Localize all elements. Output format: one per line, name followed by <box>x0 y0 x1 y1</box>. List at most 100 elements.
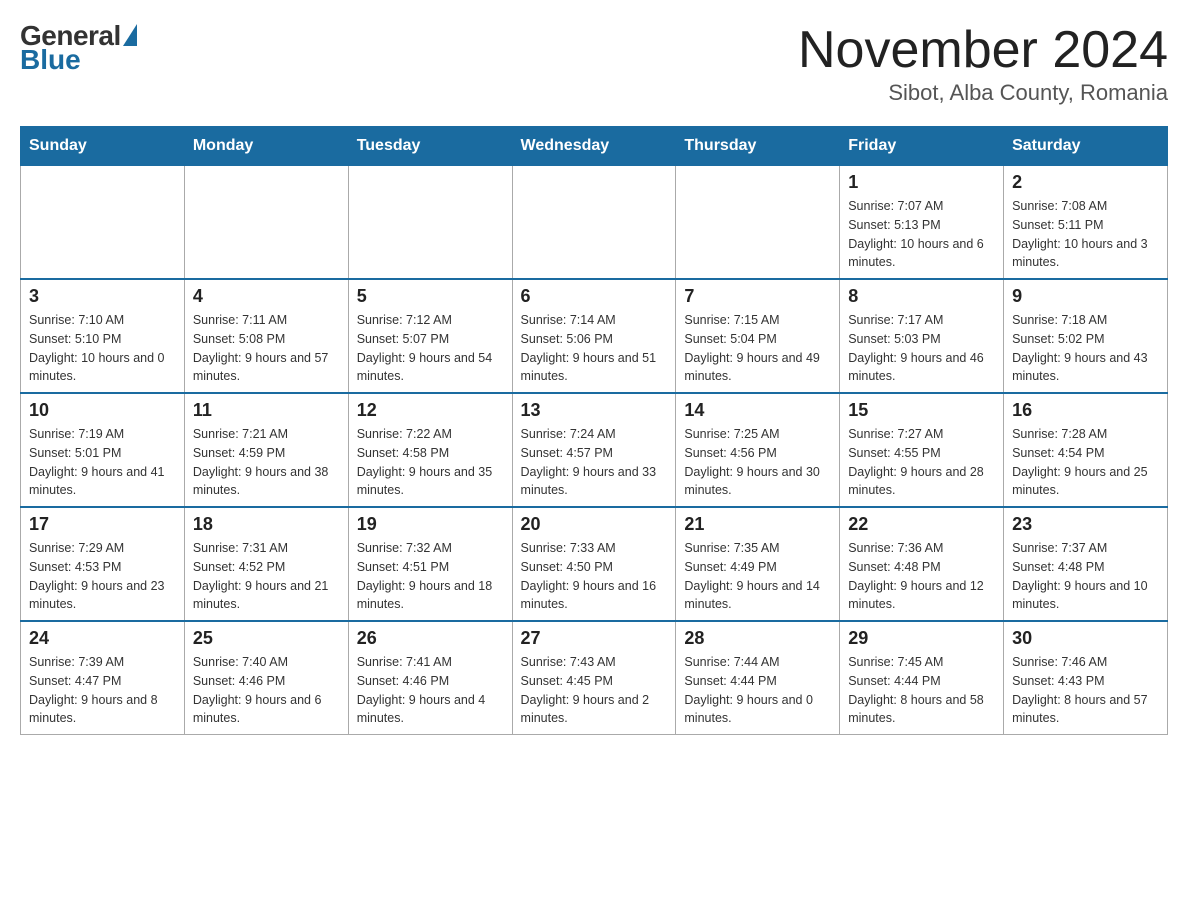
weekday-header-friday: Friday <box>840 127 1004 166</box>
calendar-day-cell: 30Sunrise: 7:46 AM Sunset: 4:43 PM Dayli… <box>1004 621 1168 735</box>
day-number: 10 <box>29 400 176 421</box>
day-info: Sunrise: 7:25 AM Sunset: 4:56 PM Dayligh… <box>684 425 831 500</box>
calendar-week-row: 3Sunrise: 7:10 AM Sunset: 5:10 PM Daylig… <box>21 279 1168 393</box>
day-number: 24 <box>29 628 176 649</box>
day-number: 29 <box>848 628 995 649</box>
calendar-day-cell: 23 Sunrise: 7:37 AM Sunset: 4:48 PM Dayli… <box>1004 507 1168 621</box>
day-info: Sunrise: 7:29 AM Sunset: 4:53 PM Dayligh… <box>29 539 176 614</box>
day-number: 22 <box>848 514 995 535</box>
day-number: 19 <box>357 514 504 535</box>
day-info: Sunrise: 7:21 AM Sunset: 4:59 PM Dayligh… <box>193 425 340 500</box>
day-info: Sunrise: 7:31 AM Sunset: 4:52 PM Dayligh… <box>193 539 340 614</box>
title-section: November 2024 Sibot, Alba County, Romani… <box>798 20 1168 106</box>
day-info: Sunrise: 7:18 AM Sunset: 5:02 PM Dayligh… <box>1012 311 1159 386</box>
calendar-day-cell: 11 Sunrise: 7:21 AM Sunset: 4:59 PM Dayli… <box>184 393 348 507</box>
day-info: Sunrise: 7:43 AM Sunset: 4:45 PM Dayligh… <box>521 653 668 728</box>
calendar-day-cell <box>348 166 512 280</box>
calendar-day-cell: 4 Sunrise: 7:11 AM Sunset: 5:08 PM Daylig… <box>184 279 348 393</box>
day-info: Sunrise: 7:32 AM Sunset: 4:51 PM Dayligh… <box>357 539 504 614</box>
day-number: 18 <box>193 514 340 535</box>
day-info: Sunrise: 7:11 AM Sunset: 5:08 PM Dayligh… <box>193 311 340 386</box>
calendar-day-cell: 21 Sunrise: 7:35 AM Sunset: 4:49 PM Dayli… <box>676 507 840 621</box>
calendar-week-row: 1 Sunrise: 7:07 AM Sunset: 5:13 PM Daylig… <box>21 166 1168 280</box>
logo-triangle-icon <box>123 24 137 46</box>
day-info: Sunrise: 7:46 AM Sunset: 4:43 PM Dayligh… <box>1012 653 1159 728</box>
calendar-day-cell: 2Sunrise: 7:08 AM Sunset: 5:11 PM Daylig… <box>1004 166 1168 280</box>
day-info: Sunrise: 7:39 AM Sunset: 4:47 PM Dayligh… <box>29 653 176 728</box>
day-number: 21 <box>684 514 831 535</box>
calendar-day-cell: 6Sunrise: 7:14 AM Sunset: 5:06 PM Daylig… <box>512 279 676 393</box>
day-number: 20 <box>521 514 668 535</box>
calendar-day-cell: 14 Sunrise: 7:25 AM Sunset: 4:56 PM Dayli… <box>676 393 840 507</box>
calendar-day-cell: 9 Sunrise: 7:18 AM Sunset: 5:02 PM Daylig… <box>1004 279 1168 393</box>
day-number: 27 <box>521 628 668 649</box>
day-info: Sunrise: 7:40 AM Sunset: 4:46 PM Dayligh… <box>193 653 340 728</box>
day-number: 25 <box>193 628 340 649</box>
calendar-day-cell: 15Sunrise: 7:27 AM Sunset: 4:55 PM Dayli… <box>840 393 1004 507</box>
calendar-day-cell: 5 Sunrise: 7:12 AM Sunset: 5:07 PM Daylig… <box>348 279 512 393</box>
day-number: 5 <box>357 286 504 307</box>
calendar-table: SundayMondayTuesdayWednesdayThursdayFrid… <box>20 126 1168 735</box>
day-info: Sunrise: 7:27 AM Sunset: 4:55 PM Dayligh… <box>848 425 995 500</box>
day-number: 4 <box>193 286 340 307</box>
calendar-day-cell <box>676 166 840 280</box>
calendar-day-cell: 27 Sunrise: 7:43 AM Sunset: 4:45 PM Dayli… <box>512 621 676 735</box>
day-info: Sunrise: 7:41 AM Sunset: 4:46 PM Dayligh… <box>357 653 504 728</box>
calendar-week-row: 17 Sunrise: 7:29 AM Sunset: 4:53 PM Dayli… <box>21 507 1168 621</box>
day-number: 14 <box>684 400 831 421</box>
day-info: Sunrise: 7:44 AM Sunset: 4:44 PM Dayligh… <box>684 653 831 728</box>
calendar-day-cell <box>184 166 348 280</box>
calendar-day-cell: 3Sunrise: 7:10 AM Sunset: 5:10 PM Daylig… <box>21 279 185 393</box>
day-number: 6 <box>521 286 668 307</box>
day-info: Sunrise: 7:17 AM Sunset: 5:03 PM Dayligh… <box>848 311 995 386</box>
calendar-week-row: 24 Sunrise: 7:39 AM Sunset: 4:47 PM Dayli… <box>21 621 1168 735</box>
calendar-day-cell: 26 Sunrise: 7:41 AM Sunset: 4:46 PM Dayli… <box>348 621 512 735</box>
calendar-day-cell: 17 Sunrise: 7:29 AM Sunset: 4:53 PM Dayli… <box>21 507 185 621</box>
calendar-day-cell: 8 Sunrise: 7:17 AM Sunset: 5:03 PM Daylig… <box>840 279 1004 393</box>
day-number: 26 <box>357 628 504 649</box>
day-info: Sunrise: 7:15 AM Sunset: 5:04 PM Dayligh… <box>684 311 831 386</box>
day-number: 11 <box>193 400 340 421</box>
page-header: General Blue November 2024 Sibot, Alba C… <box>20 20 1168 106</box>
day-info: Sunrise: 7:22 AM Sunset: 4:58 PM Dayligh… <box>357 425 504 500</box>
weekday-header-sunday: Sunday <box>21 127 185 166</box>
day-number: 8 <box>848 286 995 307</box>
calendar-day-cell: 16Sunrise: 7:28 AM Sunset: 4:54 PM Dayli… <box>1004 393 1168 507</box>
calendar-day-cell: 12 Sunrise: 7:22 AM Sunset: 4:58 PM Dayli… <box>348 393 512 507</box>
logo-blue-text: Blue <box>20 44 81 76</box>
day-info: Sunrise: 7:19 AM Sunset: 5:01 PM Dayligh… <box>29 425 176 500</box>
day-info: Sunrise: 7:45 AM Sunset: 4:44 PM Dayligh… <box>848 653 995 728</box>
day-number: 2 <box>1012 172 1159 193</box>
weekday-header-thursday: Thursday <box>676 127 840 166</box>
day-number: 23 <box>1012 514 1159 535</box>
day-info: Sunrise: 7:24 AM Sunset: 4:57 PM Dayligh… <box>521 425 668 500</box>
day-info: Sunrise: 7:35 AM Sunset: 4:49 PM Dayligh… <box>684 539 831 614</box>
calendar-day-cell: 7 Sunrise: 7:15 AM Sunset: 5:04 PM Daylig… <box>676 279 840 393</box>
weekday-header-tuesday: Tuesday <box>348 127 512 166</box>
calendar-day-cell: 18 Sunrise: 7:31 AM Sunset: 4:52 PM Dayli… <box>184 507 348 621</box>
day-info: Sunrise: 7:36 AM Sunset: 4:48 PM Dayligh… <box>848 539 995 614</box>
day-number: 9 <box>1012 286 1159 307</box>
calendar-header-row: SundayMondayTuesdayWednesdayThursdayFrid… <box>21 127 1168 166</box>
day-number: 1 <box>848 172 995 193</box>
calendar-day-cell: 28Sunrise: 7:44 AM Sunset: 4:44 PM Dayli… <box>676 621 840 735</box>
calendar-week-row: 10 Sunrise: 7:19 AM Sunset: 5:01 PM Dayli… <box>21 393 1168 507</box>
logo: General Blue <box>20 20 137 76</box>
day-number: 13 <box>521 400 668 421</box>
day-number: 7 <box>684 286 831 307</box>
calendar-day-cell: 20Sunrise: 7:33 AM Sunset: 4:50 PM Dayli… <box>512 507 676 621</box>
calendar-day-cell: 22 Sunrise: 7:36 AM Sunset: 4:48 PM Dayli… <box>840 507 1004 621</box>
day-info: Sunrise: 7:37 AM Sunset: 4:48 PM Dayligh… <box>1012 539 1159 614</box>
location-text: Sibot, Alba County, Romania <box>798 80 1168 106</box>
calendar-day-cell: 29 Sunrise: 7:45 AM Sunset: 4:44 PM Dayli… <box>840 621 1004 735</box>
weekday-header-monday: Monday <box>184 127 348 166</box>
day-info: Sunrise: 7:07 AM Sunset: 5:13 PM Dayligh… <box>848 197 995 272</box>
calendar-day-cell: 24 Sunrise: 7:39 AM Sunset: 4:47 PM Dayli… <box>21 621 185 735</box>
day-number: 17 <box>29 514 176 535</box>
day-info: Sunrise: 7:12 AM Sunset: 5:07 PM Dayligh… <box>357 311 504 386</box>
calendar-day-cell: 10 Sunrise: 7:19 AM Sunset: 5:01 PM Dayli… <box>21 393 185 507</box>
day-number: 16 <box>1012 400 1159 421</box>
calendar-day-cell: 13 Sunrise: 7:24 AM Sunset: 4:57 PM Dayli… <box>512 393 676 507</box>
day-number: 12 <box>357 400 504 421</box>
calendar-day-cell: 19 Sunrise: 7:32 AM Sunset: 4:51 PM Dayli… <box>348 507 512 621</box>
